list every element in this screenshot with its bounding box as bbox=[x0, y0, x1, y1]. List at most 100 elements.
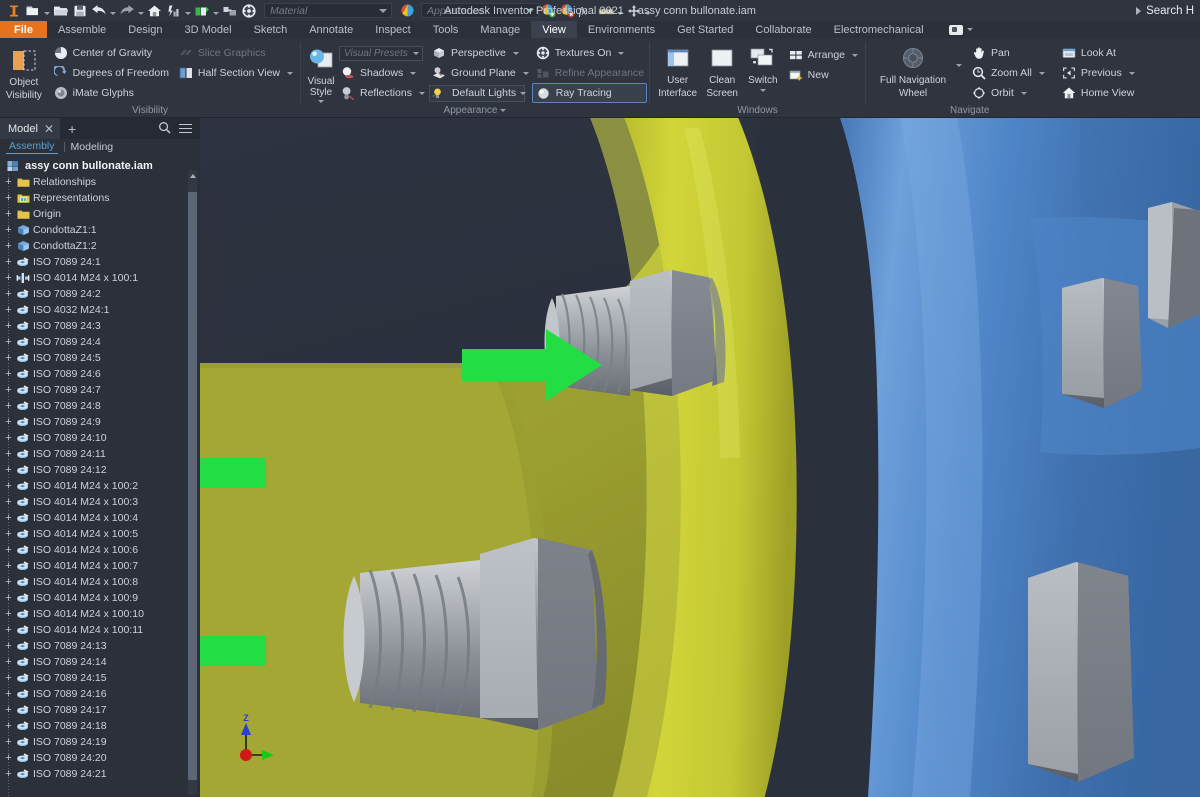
expand-icon[interactable]: + bbox=[4, 480, 13, 491]
tree-item[interactable]: + ISO 7089 24:5 bbox=[0, 350, 200, 366]
reflections-dropdown-icon[interactable] bbox=[418, 91, 425, 95]
new-file-dropdown-icon[interactable] bbox=[42, 1, 51, 20]
expand-icon[interactable]: + bbox=[4, 608, 13, 619]
tab-assemble[interactable]: Assemble bbox=[47, 21, 117, 38]
zoom-all-dropdown-icon[interactable] bbox=[1038, 71, 1045, 75]
expand-icon[interactable]: + bbox=[4, 640, 13, 651]
tree-item[interactable]: + Origin bbox=[0, 206, 200, 222]
scroll-up-icon[interactable] bbox=[188, 170, 197, 182]
clean-screen-button[interactable]: Clean Screen bbox=[701, 42, 743, 99]
material-dropdown-icon[interactable] bbox=[379, 8, 387, 13]
textures-on-dropdown-icon[interactable] bbox=[618, 51, 625, 55]
tree-item[interactable]: + ISO 7089 24:1 bbox=[0, 254, 200, 270]
degrees-of-freedom-item[interactable]: Degrees of Freedom bbox=[50, 63, 172, 83]
update-dropdown-icon[interactable] bbox=[183, 1, 192, 20]
customize-qat-icon[interactable] bbox=[643, 1, 652, 20]
tree-item[interactable]: + Relationships bbox=[0, 174, 200, 190]
appearance-dropdown-icon[interactable] bbox=[526, 8, 534, 13]
material-sphere-icon[interactable] bbox=[239, 1, 258, 20]
home-view-item[interactable]: Home View bbox=[1058, 83, 1138, 103]
tree-item[interactable]: + ISO 4014 M24 x 100:10 bbox=[0, 606, 200, 622]
expand-icon[interactable]: + bbox=[4, 624, 13, 635]
half-section-view-item[interactable]: Half Section View bbox=[175, 63, 296, 83]
tree-item[interactable]: + ISO 4014 M24 x 100:7 bbox=[0, 558, 200, 574]
tree-root-item[interactable]: assy conn bullonate.iam bbox=[0, 158, 200, 174]
sub-tab-assembly[interactable]: Assembly bbox=[6, 140, 58, 154]
expand-icon[interactable]: + bbox=[4, 704, 13, 715]
arrange-dropdown-icon[interactable] bbox=[852, 53, 858, 57]
model-tree[interactable]: assy conn bullonate.iam + Relationships + R… bbox=[0, 155, 200, 797]
tree-item[interactable]: + ISO 7089 24:10 bbox=[0, 430, 200, 446]
browser-tab-model[interactable]: Model ✕ bbox=[0, 118, 61, 139]
close-icon[interactable]: ✕ bbox=[44, 123, 54, 135]
undo-dropdown-icon[interactable] bbox=[108, 1, 117, 20]
expand-icon[interactable]: + bbox=[4, 576, 13, 587]
ray-tracing-item[interactable]: Ray Tracing bbox=[531, 83, 648, 103]
tab-annotate[interactable]: Annotate bbox=[298, 21, 364, 38]
sub-tab-modeling[interactable]: Modeling bbox=[71, 141, 114, 153]
tab-manage[interactable]: Manage bbox=[469, 21, 531, 38]
pan-item[interactable]: Pan bbox=[968, 43, 1048, 63]
full-navigation-wheel-button[interactable]: Full Navigation Wheel bbox=[870, 42, 956, 99]
expand-icon[interactable]: + bbox=[4, 544, 13, 555]
center-of-gravity-item[interactable]: Center of Gravity bbox=[50, 43, 172, 63]
update-icon[interactable] bbox=[164, 1, 183, 20]
expand-icon[interactable]: + bbox=[4, 592, 13, 603]
expand-icon[interactable]: + bbox=[4, 336, 13, 347]
shadows-item[interactable]: Shadows bbox=[337, 63, 428, 83]
visual-style-button[interactable]: Visual Style bbox=[305, 42, 337, 103]
shadows-dropdown-icon[interactable] bbox=[410, 71, 417, 75]
expand-icon[interactable]: + bbox=[4, 208, 13, 219]
tree-item[interactable]: + ISO 7089 24:11 bbox=[0, 446, 200, 462]
tab-tools[interactable]: Tools bbox=[422, 21, 470, 38]
expand-icon[interactable]: + bbox=[4, 416, 13, 427]
user-interface-button[interactable]: User Interface bbox=[654, 42, 701, 99]
add-tab-icon[interactable]: + bbox=[60, 122, 84, 136]
expand-icon[interactable]: + bbox=[4, 304, 13, 315]
tree-item[interactable]: + Representations bbox=[0, 190, 200, 206]
tree-item[interactable]: + ISO 4014 M24 x 100:8 bbox=[0, 574, 200, 590]
parameters-fx-icon[interactable]: fx bbox=[577, 1, 596, 20]
tree-item[interactable]: + ISO 4014 M24 x 100:9 bbox=[0, 590, 200, 606]
open-file-icon[interactable] bbox=[51, 1, 70, 20]
tab-electromechanical[interactable]: Electromechanical bbox=[823, 21, 935, 38]
reflections-item[interactable]: Reflections bbox=[337, 83, 428, 103]
ground-plane-item[interactable]: Ground Plane bbox=[428, 63, 532, 83]
browser-scrollbar[interactable] bbox=[188, 170, 197, 795]
expand-icon[interactable]: + bbox=[4, 656, 13, 667]
expand-icon[interactable]: + bbox=[4, 736, 13, 747]
default-lights-item[interactable]: Default Lights bbox=[428, 83, 532, 103]
new-file-icon[interactable] bbox=[23, 1, 42, 20]
expand-icon[interactable]: + bbox=[4, 352, 13, 363]
select-icon[interactable] bbox=[220, 1, 239, 20]
previous-view-dropdown-icon[interactable] bbox=[1128, 71, 1135, 75]
refine-appearance-item[interactable]: Refine Appearance bbox=[532, 63, 647, 83]
redo-icon[interactable] bbox=[117, 1, 136, 20]
tab-design[interactable]: Design bbox=[117, 21, 173, 38]
appearance-sphere-icon[interactable] bbox=[398, 1, 417, 20]
tree-item[interactable]: + ISO 7089 24:4 bbox=[0, 334, 200, 350]
expand-icon[interactable]: + bbox=[4, 320, 13, 331]
tree-item[interactable]: + ISO 7089 24:16 bbox=[0, 686, 200, 702]
search-box[interactable]: Search H bbox=[1136, 5, 1194, 17]
expand-icon[interactable]: + bbox=[4, 752, 13, 763]
tree-item[interactable]: + ISO 4014 M24 x 100:2 bbox=[0, 478, 200, 494]
tab-inspect[interactable]: Inspect bbox=[364, 21, 421, 38]
perspective-item[interactable]: Perspective bbox=[428, 43, 532, 63]
camera-tab-icon[interactable] bbox=[948, 21, 973, 38]
visual-presets-combobox[interactable]: Visual Presets bbox=[339, 45, 423, 61]
expand-icon[interactable]: + bbox=[4, 528, 13, 539]
graphics-viewport[interactable]: Z bbox=[200, 118, 1200, 797]
tree-item[interactable]: + ISO 7089 24:18 bbox=[0, 718, 200, 734]
ground-plane-dropdown-icon[interactable] bbox=[522, 71, 529, 75]
object-visibility-button[interactable]: Object Visibility bbox=[4, 42, 44, 101]
default-lights-dropdown-icon[interactable] bbox=[520, 91, 527, 95]
material-combobox[interactable]: Material bbox=[264, 3, 392, 18]
return-dropdown-icon[interactable] bbox=[211, 1, 220, 20]
appearance-combobox[interactable]: Appearance bbox=[421, 3, 539, 18]
tab-collaborate[interactable]: Collaborate bbox=[744, 21, 822, 38]
tree-item[interactable]: + ISO 4014 M24 x 100:11 bbox=[0, 622, 200, 638]
tree-item[interactable]: + ISO 7089 24:12 bbox=[0, 462, 200, 478]
slice-graphics-item[interactable]: Slice Graphics bbox=[175, 43, 296, 63]
tree-item[interactable]: + ISO 7089 24:9 bbox=[0, 414, 200, 430]
